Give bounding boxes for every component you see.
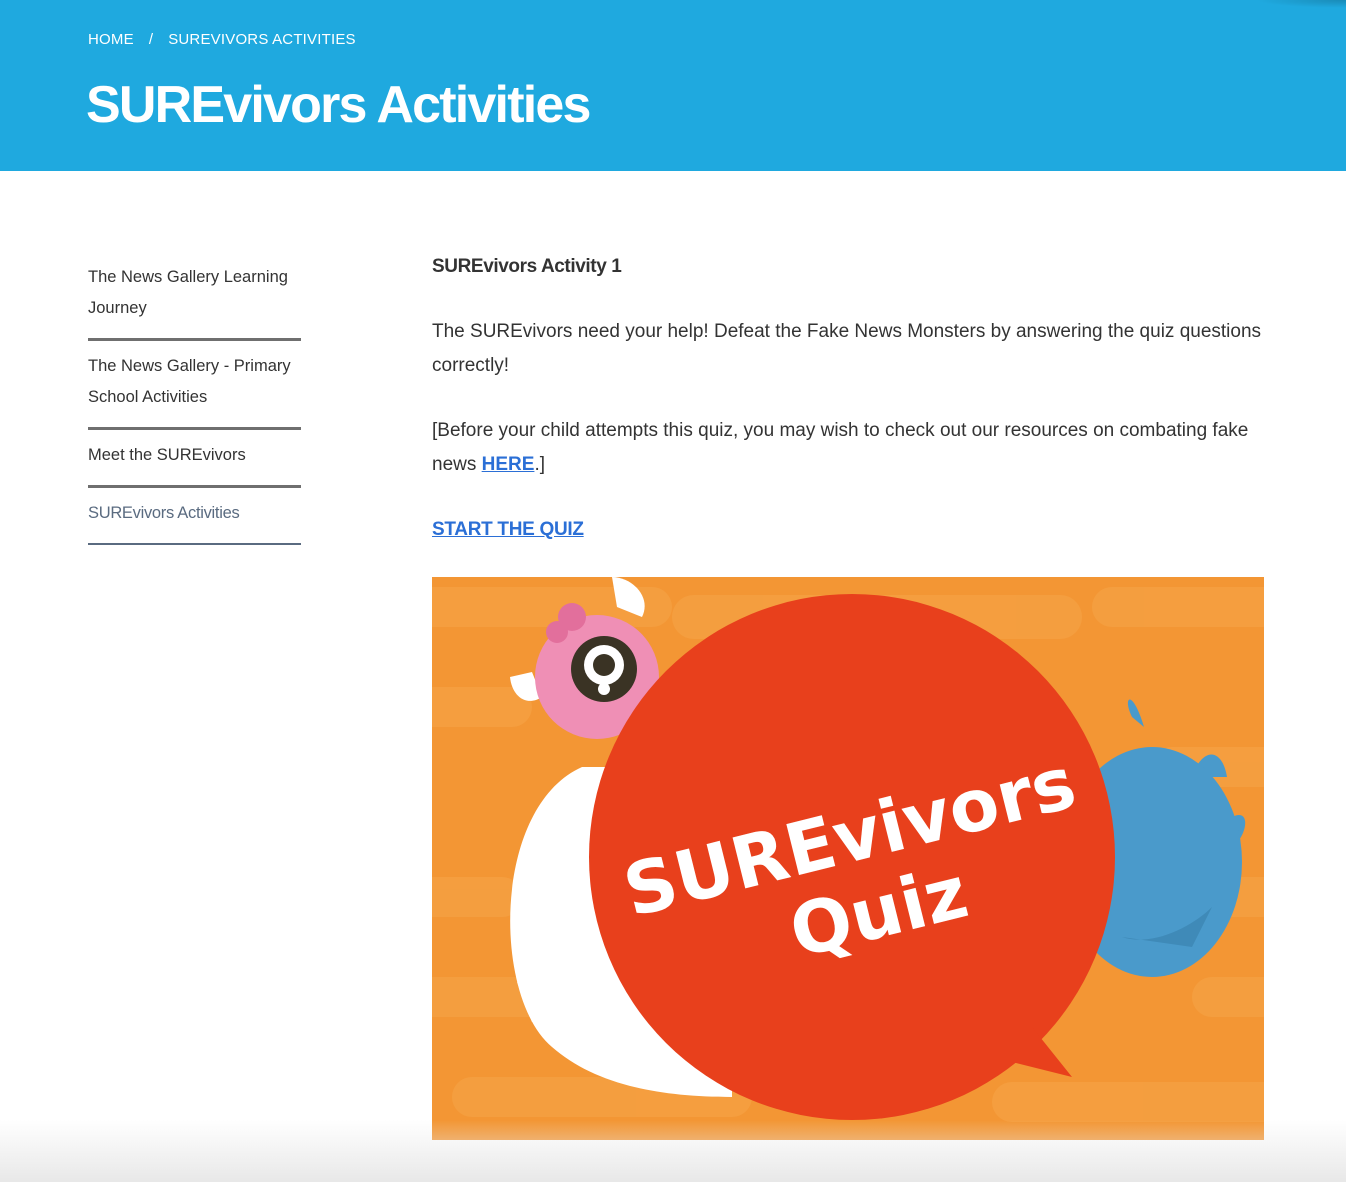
resource-note: [Before your child attempts this quiz, y…: [432, 414, 1264, 482]
main-content: SUREvivors Activity 1 The SUREvivors nee…: [432, 250, 1264, 1140]
resource-note-suffix: .]: [534, 454, 545, 475]
page-title: SUREvivors Activities: [86, 76, 591, 134]
breadcrumb-separator: /: [148, 31, 154, 48]
start-quiz-link[interactable]: START THE QUIZ: [432, 513, 584, 547]
sidebar-item-learning-journey[interactable]: The News Gallery Learning Journey: [88, 262, 301, 341]
sidebar-item-meet-the-surevivors[interactable]: Meet the SUREvivors: [88, 440, 301, 488]
breadcrumb: HOME / SUREVIVORS ACTIVITIES: [88, 31, 356, 48]
sidebar-item-surevivors-activities[interactable]: SUREvivors Activities: [88, 498, 301, 545]
activity-title: SUREvivors Activity 1: [432, 256, 622, 277]
breadcrumb-current: SUREVIVORS ACTIVITIES: [168, 31, 356, 48]
quiz-banner-image[interactable]: SUREvivors Quiz: [432, 577, 1264, 1140]
header-corner-shadow: [1256, 0, 1346, 8]
page-header: HOME / SUREVIVORS ACTIVITIES SUREvivors …: [0, 0, 1346, 171]
resource-note-prefix: [Before your child attempts this quiz, y…: [432, 420, 1249, 475]
breadcrumb-home-link[interactable]: HOME: [88, 31, 134, 48]
intro-text: The SUREvivors need your help! Defeat th…: [432, 321, 1262, 376]
resources-here-link[interactable]: HERE: [482, 454, 535, 475]
sidebar-item-primary-school-activities[interactable]: The News Gallery - Primary School Activi…: [88, 351, 301, 430]
sidebar-nav: The News Gallery Learning Journey The Ne…: [88, 262, 301, 555]
